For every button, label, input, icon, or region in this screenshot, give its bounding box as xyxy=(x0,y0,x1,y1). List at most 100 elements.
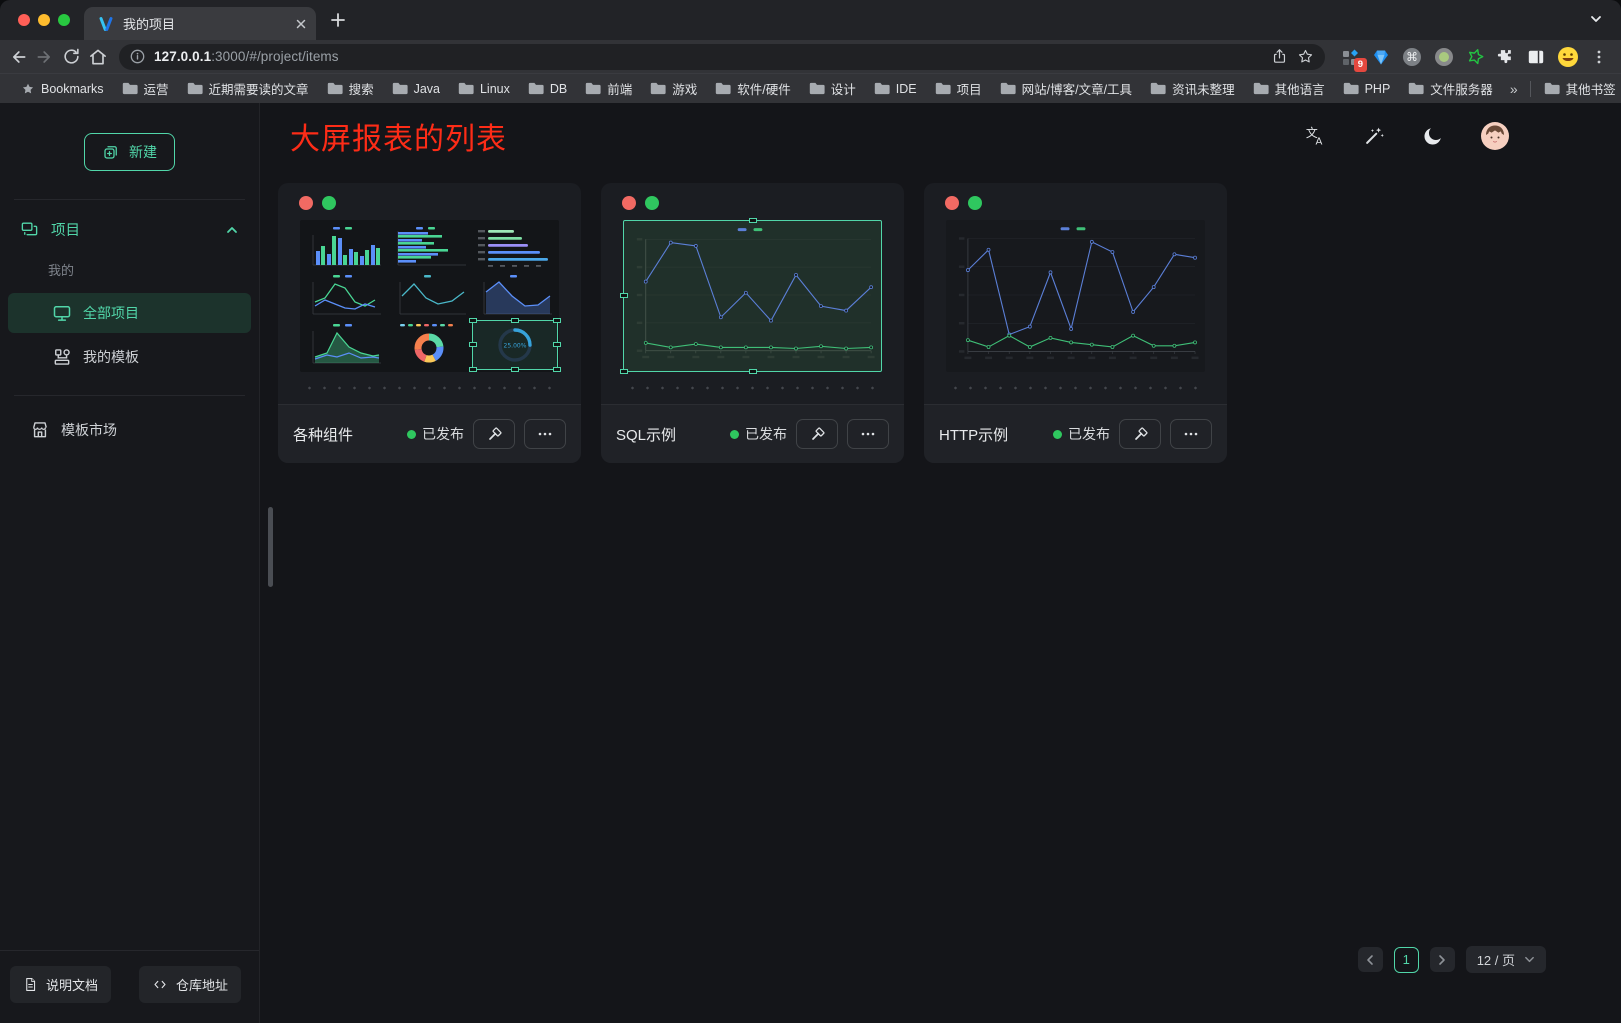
mini-colored-hbar-chart xyxy=(473,223,557,271)
browser-tab[interactable]: 我的项目 xyxy=(84,7,316,40)
bookmark-folder[interactable]: 资讯未整理 xyxy=(1141,79,1244,98)
selection-handle[interactable] xyxy=(553,318,561,323)
bookmark-folder[interactable]: 设计 xyxy=(800,79,865,98)
tab-close-icon[interactable] xyxy=(294,17,308,31)
home-icon[interactable] xyxy=(88,47,108,67)
selection-handle[interactable] xyxy=(553,367,561,372)
selection-handle[interactable] xyxy=(469,367,477,372)
bookmarks-overflow-chevron[interactable]: » xyxy=(1502,81,1526,97)
forward-icon[interactable] xyxy=(35,47,55,67)
command-extension-icon[interactable]: ⌘ xyxy=(1402,47,1422,67)
bookmark-folder[interactable]: 前端 xyxy=(576,79,641,98)
browser-tab-strip: 我的项目 xyxy=(0,0,1621,40)
bookmark-folder[interactable]: 项目 xyxy=(926,79,991,98)
more-button[interactable] xyxy=(524,419,566,449)
sidebar-item-template-market[interactable]: 模板市场 xyxy=(8,410,251,450)
hammer-icon xyxy=(485,425,504,444)
new-project-button[interactable]: 新建 xyxy=(84,133,175,171)
gem-extension-icon[interactable] xyxy=(1372,48,1390,66)
selection-handle[interactable] xyxy=(620,293,628,298)
line-chart xyxy=(946,220,1205,372)
selection-handle[interactable] xyxy=(749,369,757,374)
bookmark-folder[interactable]: 搜索 xyxy=(318,79,383,98)
project-card[interactable]: 25.00% 各种组件 已发布 xyxy=(278,183,581,463)
bookmark-folder[interactable]: 运营 xyxy=(113,79,178,98)
window-zoom-button[interactable] xyxy=(58,14,70,26)
next-page-button[interactable] xyxy=(1430,947,1455,972)
selection-handle[interactable] xyxy=(553,342,561,347)
new-tab-button[interactable] xyxy=(330,12,346,28)
bookmark-folder[interactable]: DB xyxy=(519,82,576,96)
extensions-puzzle-icon[interactable] xyxy=(1497,48,1515,66)
bookmark-folder[interactable]: 近期需要读的文章 xyxy=(178,79,318,98)
sidebar-item-all-projects[interactable]: 全部项目 xyxy=(8,293,251,333)
new-document-icon xyxy=(102,143,120,161)
recorder-extension-icon[interactable] xyxy=(1434,47,1454,67)
mini-two-line-chart xyxy=(302,272,386,320)
bookmark-folder[interactable]: 文件服务器 xyxy=(1399,79,1502,98)
status-dot-icon xyxy=(1053,430,1062,439)
selection-handle[interactable] xyxy=(469,342,477,347)
current-page-button[interactable]: 1 xyxy=(1394,947,1419,973)
svg-text:⌘: ⌘ xyxy=(1406,50,1418,64)
selection-handle[interactable] xyxy=(511,367,519,372)
profile-avatar-icon[interactable] xyxy=(1557,46,1579,68)
bookmark-folder[interactable]: 其他语言 xyxy=(1244,79,1334,98)
card-preview-sql-chart[interactable] xyxy=(623,220,882,372)
repository-button[interactable]: 仓库地址 xyxy=(139,966,241,1003)
extensions-row: 9 ⌘ xyxy=(1336,46,1613,68)
side-panel-icon[interactable] xyxy=(1527,48,1545,66)
bookmark-folder[interactable]: PHP xyxy=(1334,82,1400,96)
more-button[interactable] xyxy=(847,419,889,449)
docs-button[interactable]: 说明文档 xyxy=(10,966,111,1003)
card-preview-widgets[interactable]: 25.00% xyxy=(300,220,559,372)
bookmark-folder[interactable]: 网站/博客/文章/工具 xyxy=(991,79,1141,98)
bookmark-folder[interactable]: Java xyxy=(383,82,449,96)
magic-wand-icon[interactable] xyxy=(1363,125,1385,147)
selection-handle[interactable] xyxy=(620,369,628,374)
code-icon xyxy=(152,977,168,992)
dark-mode-moon-icon[interactable] xyxy=(1422,125,1444,147)
language-icon[interactable]: 文A xyxy=(1304,125,1326,147)
selection-handle[interactable] xyxy=(469,318,477,323)
sidebar-item-my-templates[interactable]: 我的模板 xyxy=(8,337,251,377)
project-card[interactable]: HTTP示例 已发布 xyxy=(924,183,1227,463)
edit-button[interactable] xyxy=(796,419,838,449)
bookmark-folder[interactable]: 游戏 xyxy=(641,79,706,98)
star-extension-icon[interactable] xyxy=(1466,47,1485,66)
user-avatar[interactable] xyxy=(1481,122,1509,150)
tab-search-chevron-icon[interactable] xyxy=(1589,12,1603,26)
scrollbar-thumb[interactable] xyxy=(268,507,273,587)
edit-button[interactable] xyxy=(1119,419,1161,449)
selection-handle[interactable] xyxy=(749,218,757,223)
status-dot-icon xyxy=(407,430,416,439)
page-size-select[interactable]: 12 / 页 xyxy=(1466,946,1546,973)
project-card[interactable]: SQL示例 已发布 xyxy=(601,183,904,463)
page-info-icon[interactable] xyxy=(130,49,145,64)
more-dots-icon xyxy=(860,426,876,442)
bookmark-folder[interactable]: IDE xyxy=(865,82,926,96)
window-close-button[interactable] xyxy=(18,14,30,26)
reload-icon[interactable] xyxy=(62,47,81,66)
mini-progress-ring-selected[interactable]: 25.00% xyxy=(473,321,557,369)
url-host: 127.0.0.1 xyxy=(154,49,211,64)
prev-page-button[interactable] xyxy=(1358,947,1383,972)
edit-button[interactable] xyxy=(473,419,515,449)
bookmark-folder[interactable]: Linux xyxy=(449,82,519,96)
chevron-left-icon xyxy=(1364,954,1376,966)
browser-menu-icon[interactable] xyxy=(1591,49,1607,65)
bookmark-folder[interactable]: 软件/硬件 xyxy=(706,79,799,98)
tasks-extension-icon[interactable]: 9 xyxy=(1342,48,1360,66)
other-bookmarks-folder[interactable]: 其他书签 xyxy=(1535,79,1621,98)
more-button[interactable] xyxy=(1170,419,1212,449)
selection-handle[interactable] xyxy=(511,318,519,323)
bookmark-item-bookmarks[interactable]: Bookmarks xyxy=(12,82,113,96)
address-bar[interactable]: 127.0.0.1:3000/#/project/items xyxy=(119,44,1325,70)
sidebar-section-project[interactable]: 项目 xyxy=(0,200,259,250)
back-icon[interactable] xyxy=(8,47,28,67)
share-icon[interactable] xyxy=(1271,48,1288,65)
window-minimize-button[interactable] xyxy=(38,14,50,26)
card-footer: 各种组件 已发布 xyxy=(278,404,581,463)
bookmark-star-icon[interactable] xyxy=(1297,48,1314,65)
card-preview-http-chart[interactable] xyxy=(946,220,1205,372)
